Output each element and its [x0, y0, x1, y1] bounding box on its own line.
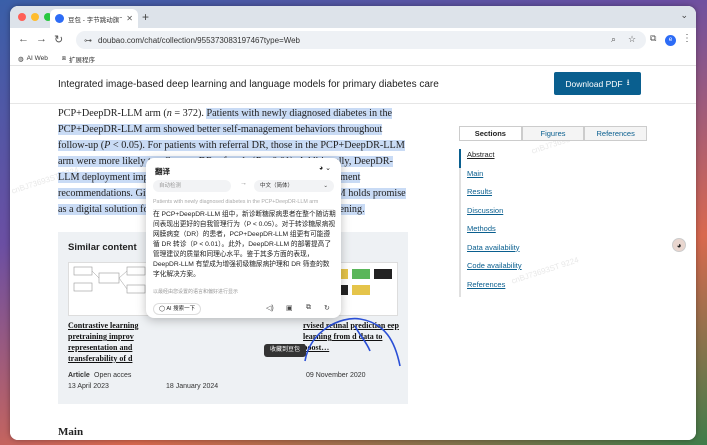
- translation-text: 在 PCP+DeepDR-LLM 组中，新诊断糖尿病患者在整个随访期间表现出更好…: [153, 211, 336, 278]
- browser-window: 豆包 - 字节跳动旗下 AI 智能助手 ✕ + ⌄ ← → ↻ ⊶ doubao…: [10, 6, 696, 440]
- address-bar[interactable]: ⊶ doubao.com/chat/collection/95537308319…: [76, 31, 646, 49]
- download-icon: ⭳: [626, 76, 630, 87]
- chevron-down-icon: ⌄: [323, 183, 328, 189]
- similar-date-2: 18 January 2024: [166, 383, 219, 390]
- tab-references[interactable]: References: [584, 126, 648, 140]
- section-link-discussion[interactable]: Discussion: [461, 205, 647, 224]
- speaker-icon[interactable]: ◁): [266, 304, 274, 312]
- tab-strip: 豆包 - 字节跳动旗下 AI 智能助手 ✕ + ⌄: [10, 6, 696, 28]
- download-pdf-button[interactable]: Download PDF ⭳: [554, 72, 641, 95]
- similar-date-3: 09 November 2020: [306, 372, 366, 379]
- globe-icon: ◍: [18, 55, 24, 63]
- similar-date-1: 13 April 2023: [68, 383, 109, 390]
- chevron-down-icon[interactable]: ⌄: [680, 10, 688, 21]
- translate-popup: 翻译 ◕ ⌄ 自动检测 → 中文（简体） ⌄ Patients with newl…: [146, 158, 341, 318]
- bookmark-star-icon[interactable]: ☆: [628, 34, 636, 45]
- section-link-code-availability[interactable]: Code availability: [461, 260, 647, 279]
- ai-search-button[interactable]: ◯ AI 搜索一下: [153, 303, 202, 315]
- translate-hint: 以最经由您设置的语言和偏好进行显示: [153, 289, 239, 295]
- similar-type: Article: [68, 372, 90, 379]
- main-heading: Main: [58, 426, 84, 438]
- popup-avatar-dropdown[interactable]: ◕ ⌄: [319, 164, 331, 172]
- article-page: cnBJ73693ST 9224 cnBJ73693ST 9224 cnBJ73…: [10, 66, 696, 440]
- copy-icon[interactable]: ⧉: [306, 304, 311, 312]
- zoom-icon[interactable]: ⌕: [611, 34, 616, 45]
- new-tab-icon[interactable]: +: [142, 10, 149, 24]
- assistant-avatar[interactable]: ◕: [672, 238, 686, 252]
- doubao-favicon-icon: [55, 14, 64, 23]
- article-segment: PCP+DeepDR-LLM arm (: [58, 108, 167, 119]
- minimize-window-button[interactable]: [31, 13, 39, 21]
- translate-title: 翻译: [155, 167, 170, 176]
- puzzle-icon: ⧈: [61, 54, 67, 62]
- section-link-main[interactable]: Main: [461, 168, 647, 187]
- section-link-methods[interactable]: Methods: [461, 223, 647, 242]
- annotation-scribble: [304, 317, 401, 367]
- bookmark-extensions[interactable]: ⧈ 扩展程序: [62, 54, 95, 64]
- article-segment: = 372).: [171, 108, 207, 119]
- save-collection-icon[interactable]: ▣: [286, 304, 293, 312]
- article-sidebar: Sections Figures References Abstract Main Re…: [459, 126, 648, 297]
- reload-icon[interactable]: ↻: [54, 33, 63, 46]
- sidebar-tabs: Sections Figures References: [459, 126, 648, 141]
- section-link-abstract[interactable]: Abstract: [459, 149, 647, 168]
- collect-tooltip: 收藏到豆包: [264, 344, 307, 357]
- window-controls: [18, 13, 52, 21]
- source-language-select[interactable]: 自动检测: [153, 180, 231, 192]
- close-window-button[interactable]: [18, 13, 26, 21]
- refresh-icon[interactable]: ↻: [324, 304, 330, 312]
- tab-title: 豆包 - 字节跳动旗下 AI 智能助手: [68, 16, 123, 24]
- section-link-results[interactable]: Results: [461, 186, 647, 205]
- target-language-select[interactable]: 中文（简体） ⌄: [254, 180, 334, 192]
- tab-doubao[interactable]: 豆包 - 字节跳动旗下 AI 智能助手 ✕: [50, 9, 138, 28]
- more-menu-icon[interactable]: ⋮: [682, 33, 692, 44]
- profile-avatar[interactable]: e: [665, 35, 676, 46]
- section-link-data-availability[interactable]: Data availability: [461, 242, 647, 261]
- tab-sections[interactable]: Sections: [459, 126, 522, 140]
- arrow-right-icon: →: [240, 180, 247, 187]
- forward-icon[interactable]: →: [36, 33, 47, 45]
- close-tab-icon[interactable]: ✕: [126, 14, 133, 23]
- bookmark-ai-web[interactable]: ◍ AI Web: [18, 55, 48, 63]
- tab-figures[interactable]: Figures: [521, 126, 585, 140]
- article-header: Integrated image-based deep learning and…: [10, 66, 696, 104]
- site-info-icon[interactable]: ⊶: [84, 36, 92, 45]
- section-link-references[interactable]: References: [461, 279, 647, 298]
- page-title: Integrated image-based deep learning and…: [58, 79, 439, 90]
- similar-title: Similar content: [68, 242, 137, 253]
- source-text-preview: Patients with newly diagnosed diabetes i…: [153, 199, 334, 210]
- bookmarks-bar: ◍ AI Web ⧈ 扩展程序: [10, 52, 696, 66]
- section-list: Abstract Main Results Discussion Methods Data…: [459, 149, 647, 297]
- similar-access: Open acces: [94, 372, 132, 379]
- back-icon[interactable]: ←: [18, 33, 29, 45]
- extensions-icon[interactable]: ⧉: [650, 33, 656, 44]
- toolbar: ← → ↻ ⊶ doubao.com/chat/collection/95537…: [10, 28, 696, 52]
- similar-link-1[interactable]: Contrastive learning pretraining improv …: [68, 320, 178, 364]
- url-text: doubao.com/chat/collection/9553730831974…: [98, 35, 301, 45]
